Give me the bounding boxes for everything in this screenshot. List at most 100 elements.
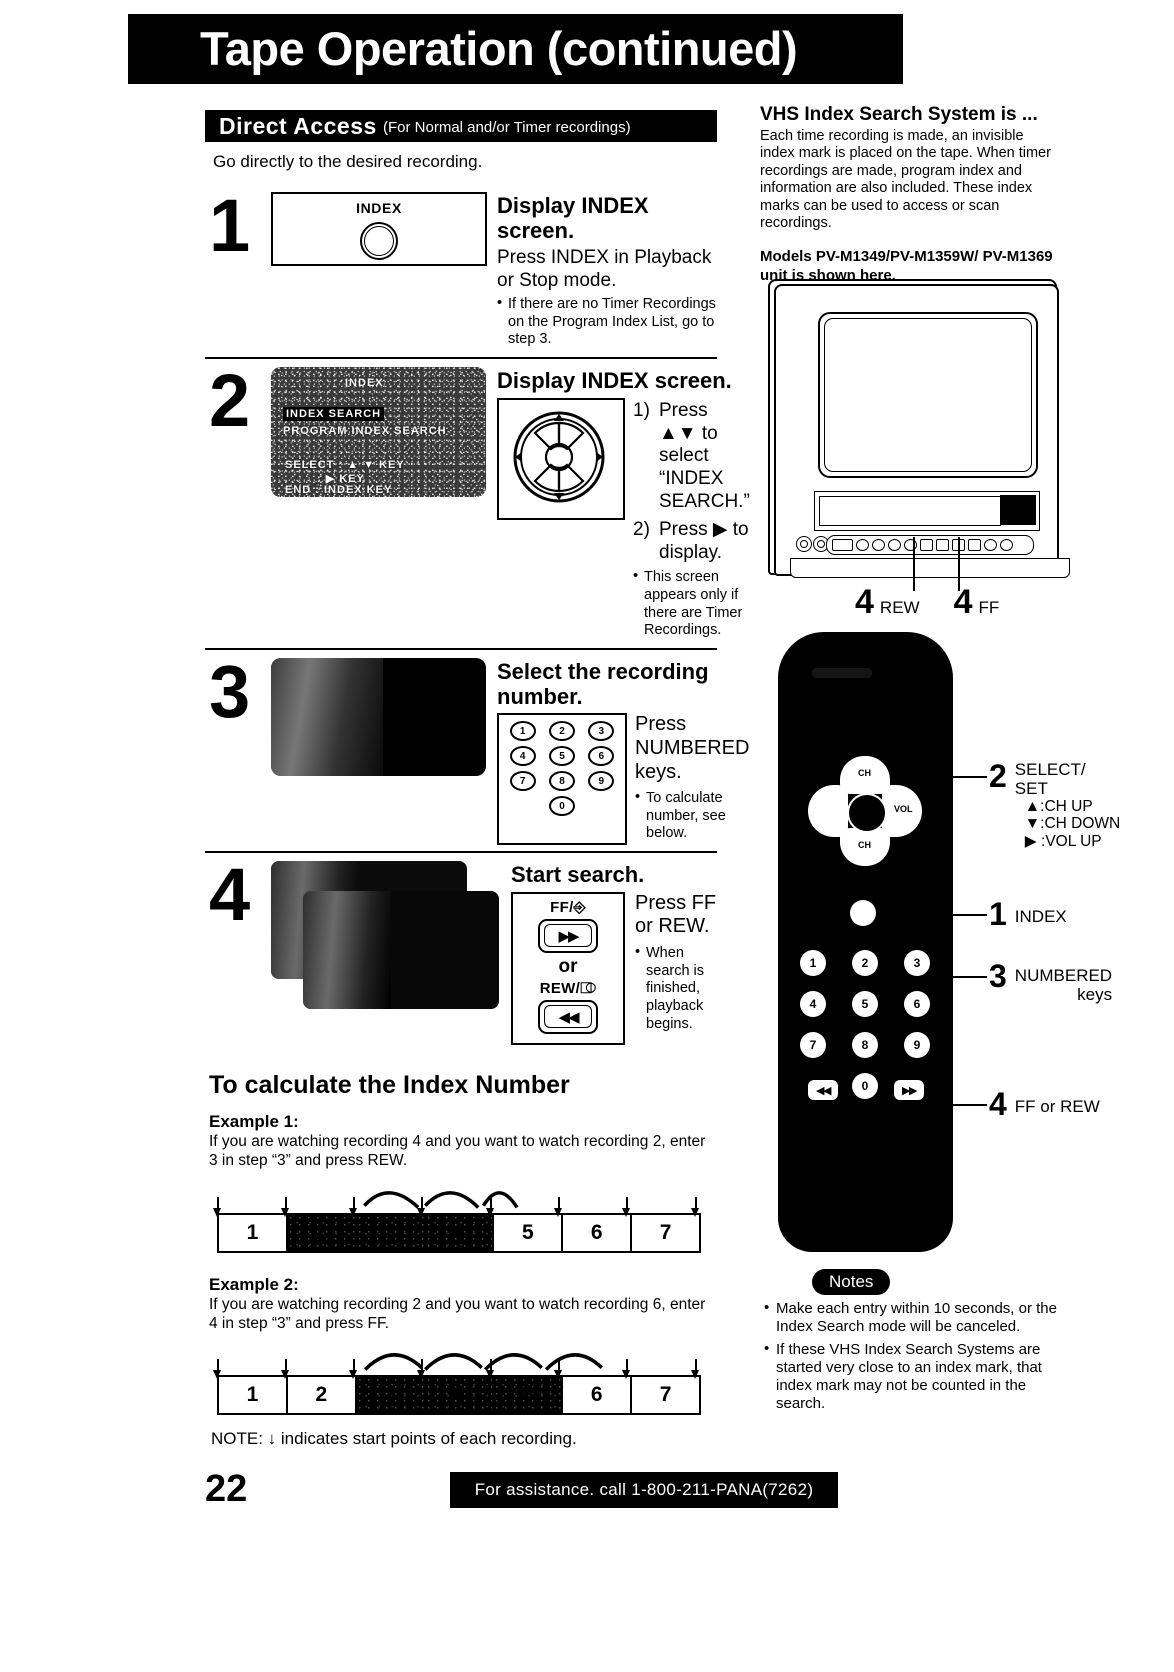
ff-button[interactable]: ▶▶	[538, 918, 598, 953]
remote-key[interactable]: 9	[904, 1032, 930, 1058]
callout-number: 1	[989, 896, 1007, 932]
keypad-row: 1 2 3	[503, 721, 621, 742]
instruction-item: 1) Press ▲▼ to select “INDEX SEARCH.”	[633, 400, 750, 514]
timeline-cell: 5	[494, 1377, 564, 1414]
timeline-cell: 7	[659, 1383, 672, 1407]
callout-line: ▲:CH UP	[1024, 798, 1093, 816]
remote-rew-button[interactable]: ◀◀	[808, 1080, 838, 1100]
remote-key[interactable]: 8	[852, 1032, 878, 1058]
instruction-lead: 1)	[633, 399, 650, 421]
rew-panel-button[interactable]	[936, 539, 949, 551]
remote-callout-select-set: 2 SELECT/ SET ▲:CH UP ▼:CH DOWN ▶ :VOL U…	[953, 760, 1120, 850]
note-item: Make each entry within 10 seconds, or th…	[764, 1299, 1066, 1336]
step-4-body: Press FF or REW.	[635, 891, 717, 938]
remote-key[interactable]: 1	[800, 950, 826, 976]
osd-row-end: END : INDEX KEY	[285, 484, 393, 497]
step-3: 3 Select the recording number. 1 2 3 4 5…	[205, 648, 749, 846]
dpad-right-label: VOL	[894, 804, 913, 814]
panel-button[interactable]	[832, 539, 853, 551]
panel-button[interactable]	[1000, 539, 1013, 551]
keypad-key[interactable]: 4	[509, 746, 536, 767]
panel-button[interactable]	[904, 539, 917, 551]
tv-screen-noise-4	[271, 861, 503, 1011]
step-3-text: Select the recording number. 1 2 3 4 5 6	[489, 658, 749, 846]
panel-button[interactable]	[888, 539, 901, 551]
timeline-cell: 3	[356, 1377, 426, 1414]
section-title: Direct Access	[219, 113, 377, 139]
calc-heading: To calculate the Index Number	[209, 1070, 570, 1099]
instruction-text: Press ▲▼ to select “INDEX SEARCH.”	[659, 399, 750, 512]
callout-text: SELECT/ SET ▲:CH UP ▼:CH DOWN ▶ :VOL UP	[1015, 760, 1120, 850]
vcr-deck	[814, 491, 1040, 531]
osd-title: INDEX	[345, 377, 384, 390]
step-3-heading: Select the recording number.	[497, 659, 709, 709]
step-3-illustration	[271, 658, 489, 845]
numbered-keys-illustration: 1 2 3 4 5 6 7 8 9 0	[497, 713, 627, 846]
panel-button[interactable]	[872, 539, 885, 551]
keypad-row: 7 8 9	[503, 771, 621, 792]
keypad-key[interactable]: 3	[588, 721, 615, 742]
keypad-key[interactable]: 8	[548, 771, 575, 792]
example-2-title: Example 2:	[209, 1274, 299, 1294]
timeline-cell: 1	[219, 1214, 288, 1251]
panel-button[interactable]	[984, 539, 997, 551]
assistance-bar: For assistance. call 1-800-211-PANA(7262…	[450, 1472, 838, 1508]
callout-line: ▼:CH DOWN	[1024, 815, 1121, 833]
step-2-text: Display INDEX screen. 1) Press ▲▼ to sel…	[489, 367, 750, 642]
callout-title: NUMBERED	[1014, 966, 1113, 985]
rew-button[interactable]: ◀◀	[538, 999, 598, 1034]
callout-title: SELECT/	[1014, 760, 1086, 779]
keypad-key[interactable]: 7	[509, 771, 536, 792]
rew-icon: ◀◀	[544, 1005, 592, 1029]
section-header-direct-access: Direct Access (For Normal and/or Timer r…	[205, 110, 717, 142]
keypad-key[interactable]: 0	[549, 796, 575, 817]
remote-control-illustration: CH CH VOL 1 2 3 4 5 6 7 8 9 0 ◀◀ ▶▶	[778, 632, 953, 1252]
bullet-item: When search is finished, playback begins…	[635, 944, 717, 1033]
keypad-key[interactable]: 1	[509, 721, 536, 742]
step-1-bullets: If there are no Timer Recordings on the …	[497, 295, 717, 349]
step-4-illustration	[271, 861, 503, 1045]
remote-key[interactable]: 6	[904, 991, 930, 1017]
remote-dpad[interactable]: CH CH VOL	[806, 752, 924, 870]
remote-key-row: 1 2 3	[800, 950, 930, 976]
panel-button[interactable]	[856, 539, 869, 551]
recording-cells: 1 2 3 4 5 6 7	[217, 1375, 701, 1416]
section-subtitle: (For Normal and/or Timer recordings)	[383, 119, 631, 136]
remote-key[interactable]: 7	[800, 1032, 826, 1058]
ff-rew-buttons-illustration: FF/⎆ ▶▶ or REW/⎄ ◀◀	[511, 891, 625, 1045]
remote-key[interactable]: 3	[904, 950, 930, 976]
remote-key[interactable]: 2	[852, 950, 878, 976]
remote-index-button[interactable]	[850, 900, 876, 926]
bullet-item: To calculate number, see below.	[635, 789, 749, 843]
ff-icon: ▶▶	[544, 924, 592, 948]
callout-text: NUMBERED keys	[1015, 960, 1112, 1004]
timeline-cell: 3	[356, 1214, 426, 1251]
vhs-index-heading: VHS Index Search System is ...	[760, 104, 1038, 125]
keypad-key[interactable]: 2	[548, 721, 575, 742]
step-1-body: Press INDEX in Playback or Stop mode.	[497, 247, 712, 291]
osd-item-program-index-search: PROGRAM INDEX SEARCH	[283, 425, 447, 438]
front-control-panel	[826, 535, 1034, 555]
dpad-down-label: CH	[858, 840, 871, 850]
callout-label-rew: REW	[879, 598, 920, 617]
index-button-knob-icon	[360, 222, 398, 260]
ff-panel-button[interactable]	[968, 539, 981, 551]
timeline-cell: 2	[287, 1214, 357, 1251]
keypad-key[interactable]: 9	[588, 771, 615, 792]
step-4: 4 Start search. FF/⎆ ▶▶ or REW/⎄ ◀◀ Pres…	[205, 851, 717, 1045]
recording-cells: 1 2 3 4 5 6 7	[217, 1212, 701, 1253]
screen-gradient	[271, 658, 383, 777]
keypad-key[interactable]: 5	[548, 746, 575, 767]
remote-ff-button[interactable]: ▶▶	[894, 1080, 924, 1100]
remote-key[interactable]: 4	[800, 991, 826, 1017]
remote-key[interactable]: 5	[852, 991, 878, 1017]
panel-button[interactable]	[920, 539, 933, 551]
keypad-key[interactable]: 6	[588, 746, 615, 767]
or-separator: or	[558, 955, 578, 977]
keypad-row: 4 5 6	[503, 746, 621, 767]
dpad-center[interactable]	[847, 793, 887, 833]
timeline-cell: 2	[288, 1377, 357, 1414]
screen-front	[303, 891, 499, 1010]
timeline-cell: 4	[425, 1214, 495, 1251]
tv-screen-noise-3	[271, 658, 486, 777]
